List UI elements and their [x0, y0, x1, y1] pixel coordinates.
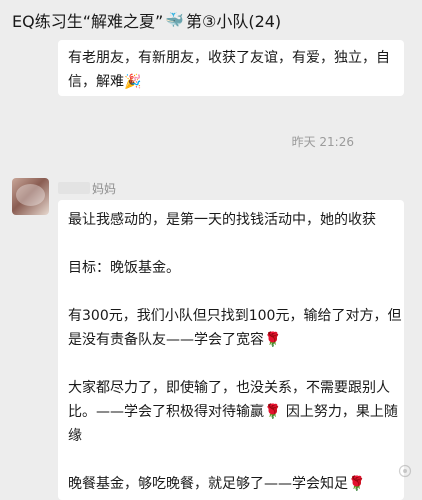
message-text: 晚餐基金，够吃晚餐，就足够了——学会知足 — [68, 476, 348, 492]
message-text: 因上努力，果上随 — [285, 404, 398, 420]
message-bubble[interactable]: 最让我感动的，是第一天的找钱活动中，她的收获 目标：晚饭基金。 有300元，我们… — [58, 200, 404, 500]
party-popper-icon: 🎉 — [124, 74, 142, 90]
message-line: 缘 — [68, 428, 82, 444]
message-bubble[interactable]: 有老朋友，有新朋友，收获了友谊，有爱，独立，自 信，解难🎉 — [58, 40, 404, 96]
message-line: 晚餐基金，够吃晚餐，就足够了——学会知足🌹 — [68, 472, 394, 496]
message-text: 是没有责备队友——学会了宽容 — [68, 332, 264, 348]
message-line: 信，解难🎉 — [68, 70, 394, 94]
message-line: 有老朋友，有新朋友，收获了友谊，有爱，独立，自 — [68, 50, 390, 66]
watermark-icon — [398, 464, 412, 478]
avatar[interactable] — [12, 178, 49, 215]
avatar-blur — [16, 184, 45, 206]
time-divider: 昨天 21:26 — [291, 135, 354, 149]
message-line: 比。——学会了积极得对待输赢🌹 因上努力，果上随 — [68, 400, 398, 424]
sender-suffix: 妈妈 — [92, 181, 117, 196]
message-line: 目标：晚饭基金。 — [68, 260, 180, 276]
message-text: 比。——学会了积极得对待输赢 — [68, 404, 264, 420]
message-line: 是没有责备队友——学会了宽容🌹 — [68, 328, 394, 352]
chat-title-prefix: EQ练习生“解难之夏” — [12, 12, 164, 31]
chat-header: EQ练习生“解难之夏” 🐳 第③小队(24) — [0, 0, 422, 40]
rose-icon: 🌹 — [348, 476, 366, 492]
message-text: 信，解难 — [68, 74, 124, 90]
message-line: 最让我感动的，是第一天的找钱活动中，她的收获 — [68, 212, 376, 228]
message-line: 大家都尽力了，即使输了，也没关系，不需要跟别人 — [68, 380, 390, 396]
whale-icon: 🐳 — [165, 11, 184, 29]
redacted-name-mask — [58, 182, 90, 194]
sender-name: 妈妈 — [58, 180, 116, 196]
chat-title-suffix: 第③小队(24) — [185, 12, 282, 31]
rose-icon: 🌹 — [264, 332, 282, 348]
rose-icon: 🌹 — [264, 404, 282, 420]
watermark — [398, 464, 412, 481]
message-line: 有300元，我们小队但只找到100元，输给了对方，但 — [68, 308, 402, 324]
